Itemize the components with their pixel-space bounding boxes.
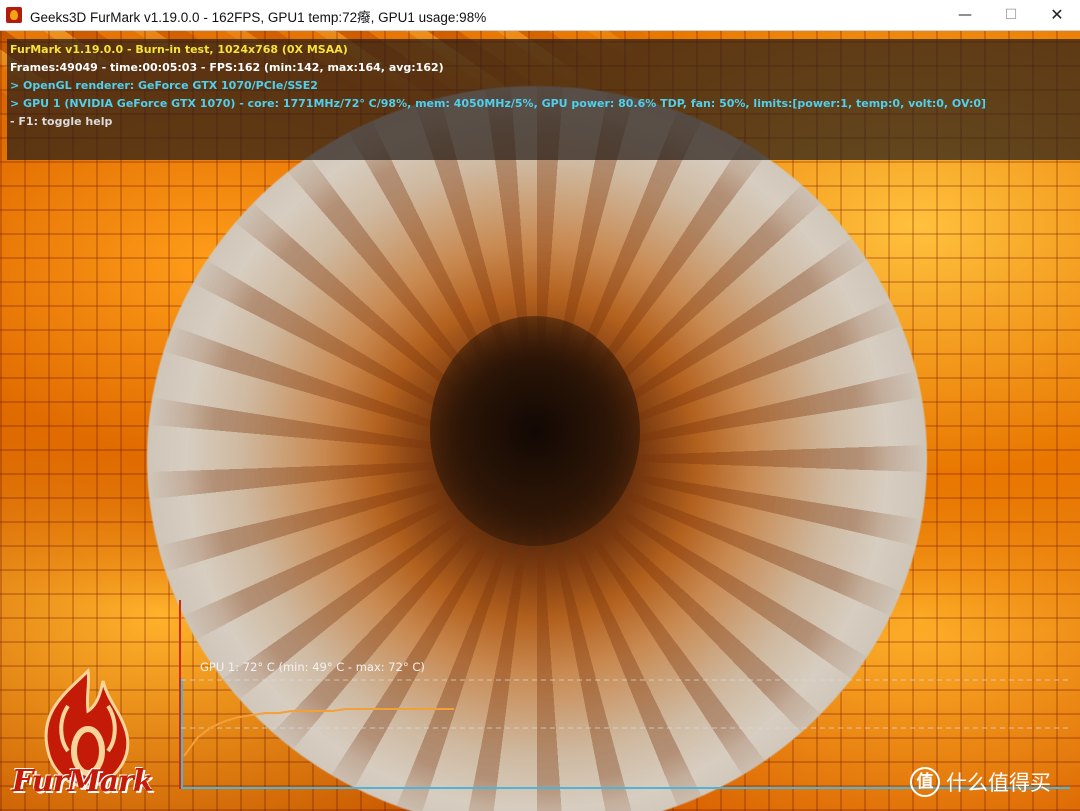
hud-renderer-line: > OpenGL renderer: GeForce GTX 1070/PCIe… bbox=[10, 79, 318, 92]
watermark: 值什么值得买 bbox=[910, 767, 1051, 797]
furmark-logo-text: FurMark bbox=[12, 764, 154, 799]
hud-frames-line: Frames:49049 - time:00:05:03 - FPS:162 (… bbox=[10, 61, 444, 74]
hud-overlay: FurMark v1.19.0.0 - Burn-in test, 1024x7… bbox=[7, 39, 1080, 160]
watermark-text: 什么值得买 bbox=[946, 771, 1051, 795]
furmark-window: Geeks3D FurMark v1.19.0.0 - 162FPS, GPU1… bbox=[0, 0, 1080, 811]
minimize-button[interactable]: — bbox=[942, 0, 988, 30]
render-viewport[interactable]: FurMark v1.19.0.0 - Burn-in test, 1024x7… bbox=[0, 31, 1080, 811]
hud-gpu-line: > GPU 1 (NVIDIA GeForce GTX 1070) - core… bbox=[10, 97, 987, 110]
watermark-badge-icon: 值 bbox=[910, 767, 940, 797]
hud-help-line: - F1: toggle help bbox=[10, 115, 113, 128]
temp-series-line bbox=[183, 708, 454, 757]
maximize-button[interactable]: ☐ bbox=[988, 0, 1034, 30]
title-bar[interactable]: Geeks3D FurMark v1.19.0.0 - 162FPS, GPU1… bbox=[0, 0, 1080, 31]
furmark-app-icon bbox=[6, 7, 22, 23]
window-title: Geeks3D FurMark v1.19.0.0 - 162FPS, GPU1… bbox=[30, 10, 487, 25]
hud-title-line: FurMark v1.19.0.0 - Burn-in test, 1024x7… bbox=[10, 43, 348, 56]
close-button[interactable]: ✕ bbox=[1034, 0, 1080, 30]
fur-center bbox=[430, 316, 640, 546]
